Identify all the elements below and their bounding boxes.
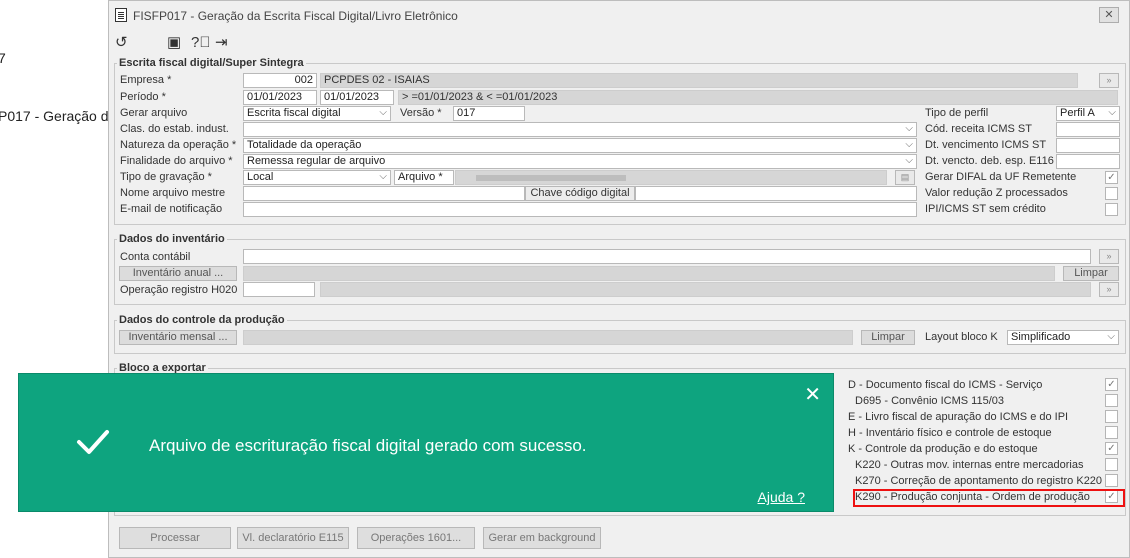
exit-icon[interactable]: ⇥ [215,35,228,51]
inventario-legend: Dados do inventário [119,233,225,245]
inventario-anual-button[interactable]: Inventário anual ... [119,266,237,281]
bloco-k220-checkbox[interactable] [1105,458,1118,471]
nome-mestre-input[interactable] [243,186,525,201]
periodo-start-input[interactable]: 01/01/2023 [243,90,317,105]
k290-highlight-box [853,489,1125,507]
finalidade-label: Finalidade do arquivo * [120,155,233,167]
toast-close-icon[interactable]: ✕ [804,382,821,407]
gerar-arquivo-select[interactable]: Escrita fiscal digital [243,106,391,121]
h020-label: Operação registro H020 [120,284,238,296]
sped-legend: Escrita fiscal digital/Super Sintegra [119,57,304,69]
bloco-item-k: K - Controle da produção e do estoque [848,443,1038,455]
h020-input[interactable] [243,282,315,297]
ipi-icms-label: IPI/ICMS ST sem crédito [925,203,1046,215]
periodo-label: Período * [120,91,166,103]
bloco-k270-checkbox[interactable] [1105,474,1118,487]
arquivo-browse-button[interactable]: ▤ [895,170,915,185]
dt-vencto-e116-input[interactable] [1056,154,1120,169]
inventario-mensal-field [243,330,853,345]
bloco-item-d: D - Documento fiscal do ICMS - Serviço [848,379,1043,391]
conta-search-button[interactable]: » [1099,249,1119,264]
inventario-limpar-button[interactable]: Limpar [1063,266,1119,281]
bloco-h-checkbox[interactable] [1105,426,1118,439]
toast-message: Arquivo de escrituração fiscal digital g… [149,436,587,455]
vl-declaratorio-button[interactable]: Vl. declaratório E115 [237,527,349,549]
clas-estab-label: Clas. do estab. indust. [120,123,229,135]
gerar-arquivo-label: Gerar arquivo [120,107,188,119]
email-input[interactable] [243,202,917,217]
bloco-item-k220: K220 - Outras mov. internas entre mercad… [855,459,1084,471]
bloco-d695-checkbox[interactable] [1105,394,1118,407]
arquivo-path-field [455,170,887,185]
producao-limpar-button[interactable]: Limpar [861,330,915,345]
producao-legend: Dados do controle da produção [119,314,285,326]
ipi-icms-checkbox[interactable] [1105,203,1118,216]
cod-receita-label: Cód. receita ICMS ST [925,123,1032,135]
conta-contabil-label: Conta contábil [120,251,191,263]
tipo-gravacao-label: Tipo de gravação * [120,171,212,183]
reducao-z-checkbox[interactable] [1105,187,1118,200]
cod-receita-input[interactable] [1056,122,1120,137]
processar-button[interactable]: Processar [119,527,231,549]
gerar-background-button[interactable]: Gerar em background [483,527,601,549]
versao-label: Versão * [400,107,442,119]
h020-search-button[interactable]: » [1099,282,1119,297]
empresa-code-input[interactable]: 002 [243,73,317,88]
dt-vencimento-input[interactable] [1056,138,1120,153]
h020-description [320,282,1091,297]
dt-vencimento-label: Dt. vencimento ICMS ST [925,139,1047,151]
help-icon[interactable]: ?⃝ [191,35,211,51]
clas-estab-select[interactable] [243,122,917,137]
empresa-label: Empresa * [120,74,172,86]
email-label: E-mail de notificação [120,203,223,215]
title-bar: FISFP017 - Geração da Escrita Fiscal Dig… [109,1,1129,29]
difal-label: Gerar DIFAL da UF Remetente [925,171,1077,183]
bloco-e-checkbox[interactable] [1105,410,1118,423]
dt-vencto-e116-label: Dt. vencto. deb. esp. E116 [925,155,1054,167]
redacted-path [476,175,626,181]
chave-codigo-button[interactable]: Chave código digital [525,186,635,201]
inventario-mensal-button[interactable]: Inventário mensal ... [119,330,237,345]
background-text-fragment: 7 [0,50,6,66]
empresa-name-field: PCPDES 02 - ISAIAS [320,73,1078,88]
natureza-label: Natureza da operação * [120,139,237,151]
bloco-item-k270: K270 - Correção de apontamento do regist… [855,475,1103,487]
close-button[interactable]: ✕ [1099,7,1119,23]
bloco-item-d695: D695 - Convênio ICMS 115/03 [855,395,1004,407]
background-tab-title: P017 - Geração d [0,108,109,124]
reducao-z-label: Valor redução Z processados [925,187,1068,199]
document-icon [115,8,127,22]
conta-contabil-input[interactable] [243,249,1091,264]
tipo-gravacao-select[interactable]: Local [243,170,391,185]
arquivo-label: Arquivo * [394,170,454,185]
layout-bloco-k-select[interactable]: Simplificado [1007,330,1119,345]
bloco-item-e: E - Livro fiscal de apuração do ICMS e d… [848,411,1069,423]
natureza-select[interactable]: Totalidade da operação [243,138,917,153]
success-toast: ✕ Arquivo de escrituração fiscal digital… [18,373,834,512]
nome-mestre-label: Nome arquivo mestre [120,187,226,199]
calendar-icon[interactable]: ▣ [167,35,181,51]
operacoes-button[interactable]: Operações 1601... [357,527,475,549]
toast-help-link[interactable]: Ajuda ? [758,489,805,505]
finalidade-select[interactable]: Remessa regular de arquivo [243,154,917,169]
tipo-perfil-label: Tipo de perfil [925,107,989,119]
periodo-end-input[interactable]: 01/01/2023 [320,90,394,105]
tipo-perfil-select[interactable]: Perfil A [1056,106,1120,121]
layout-bloco-k-label: Layout bloco K [925,331,998,343]
empresa-search-button[interactable]: » [1099,73,1119,88]
chave-codigo-input[interactable] [635,186,917,201]
bloco-d-checkbox[interactable]: ✓ [1105,378,1118,391]
window-title: FISFP017 - Geração da Escrita Fiscal Dig… [133,9,458,23]
bloco-item-h: H - Inventário físico e controle de esto… [848,427,1052,439]
close-icon: ✕ [1104,9,1114,21]
periodo-expression: > =01/01/2023 & < =01/01/2023 [398,90,1118,105]
inventario-anual-field [243,266,1055,281]
versao-input[interactable]: 017 [453,106,525,121]
undo-icon[interactable]: ↺ [115,35,128,51]
checkmark-icon [77,430,109,454]
difal-checkbox[interactable]: ✓ [1105,171,1118,184]
bloco-k-checkbox[interactable]: ✓ [1105,442,1118,455]
